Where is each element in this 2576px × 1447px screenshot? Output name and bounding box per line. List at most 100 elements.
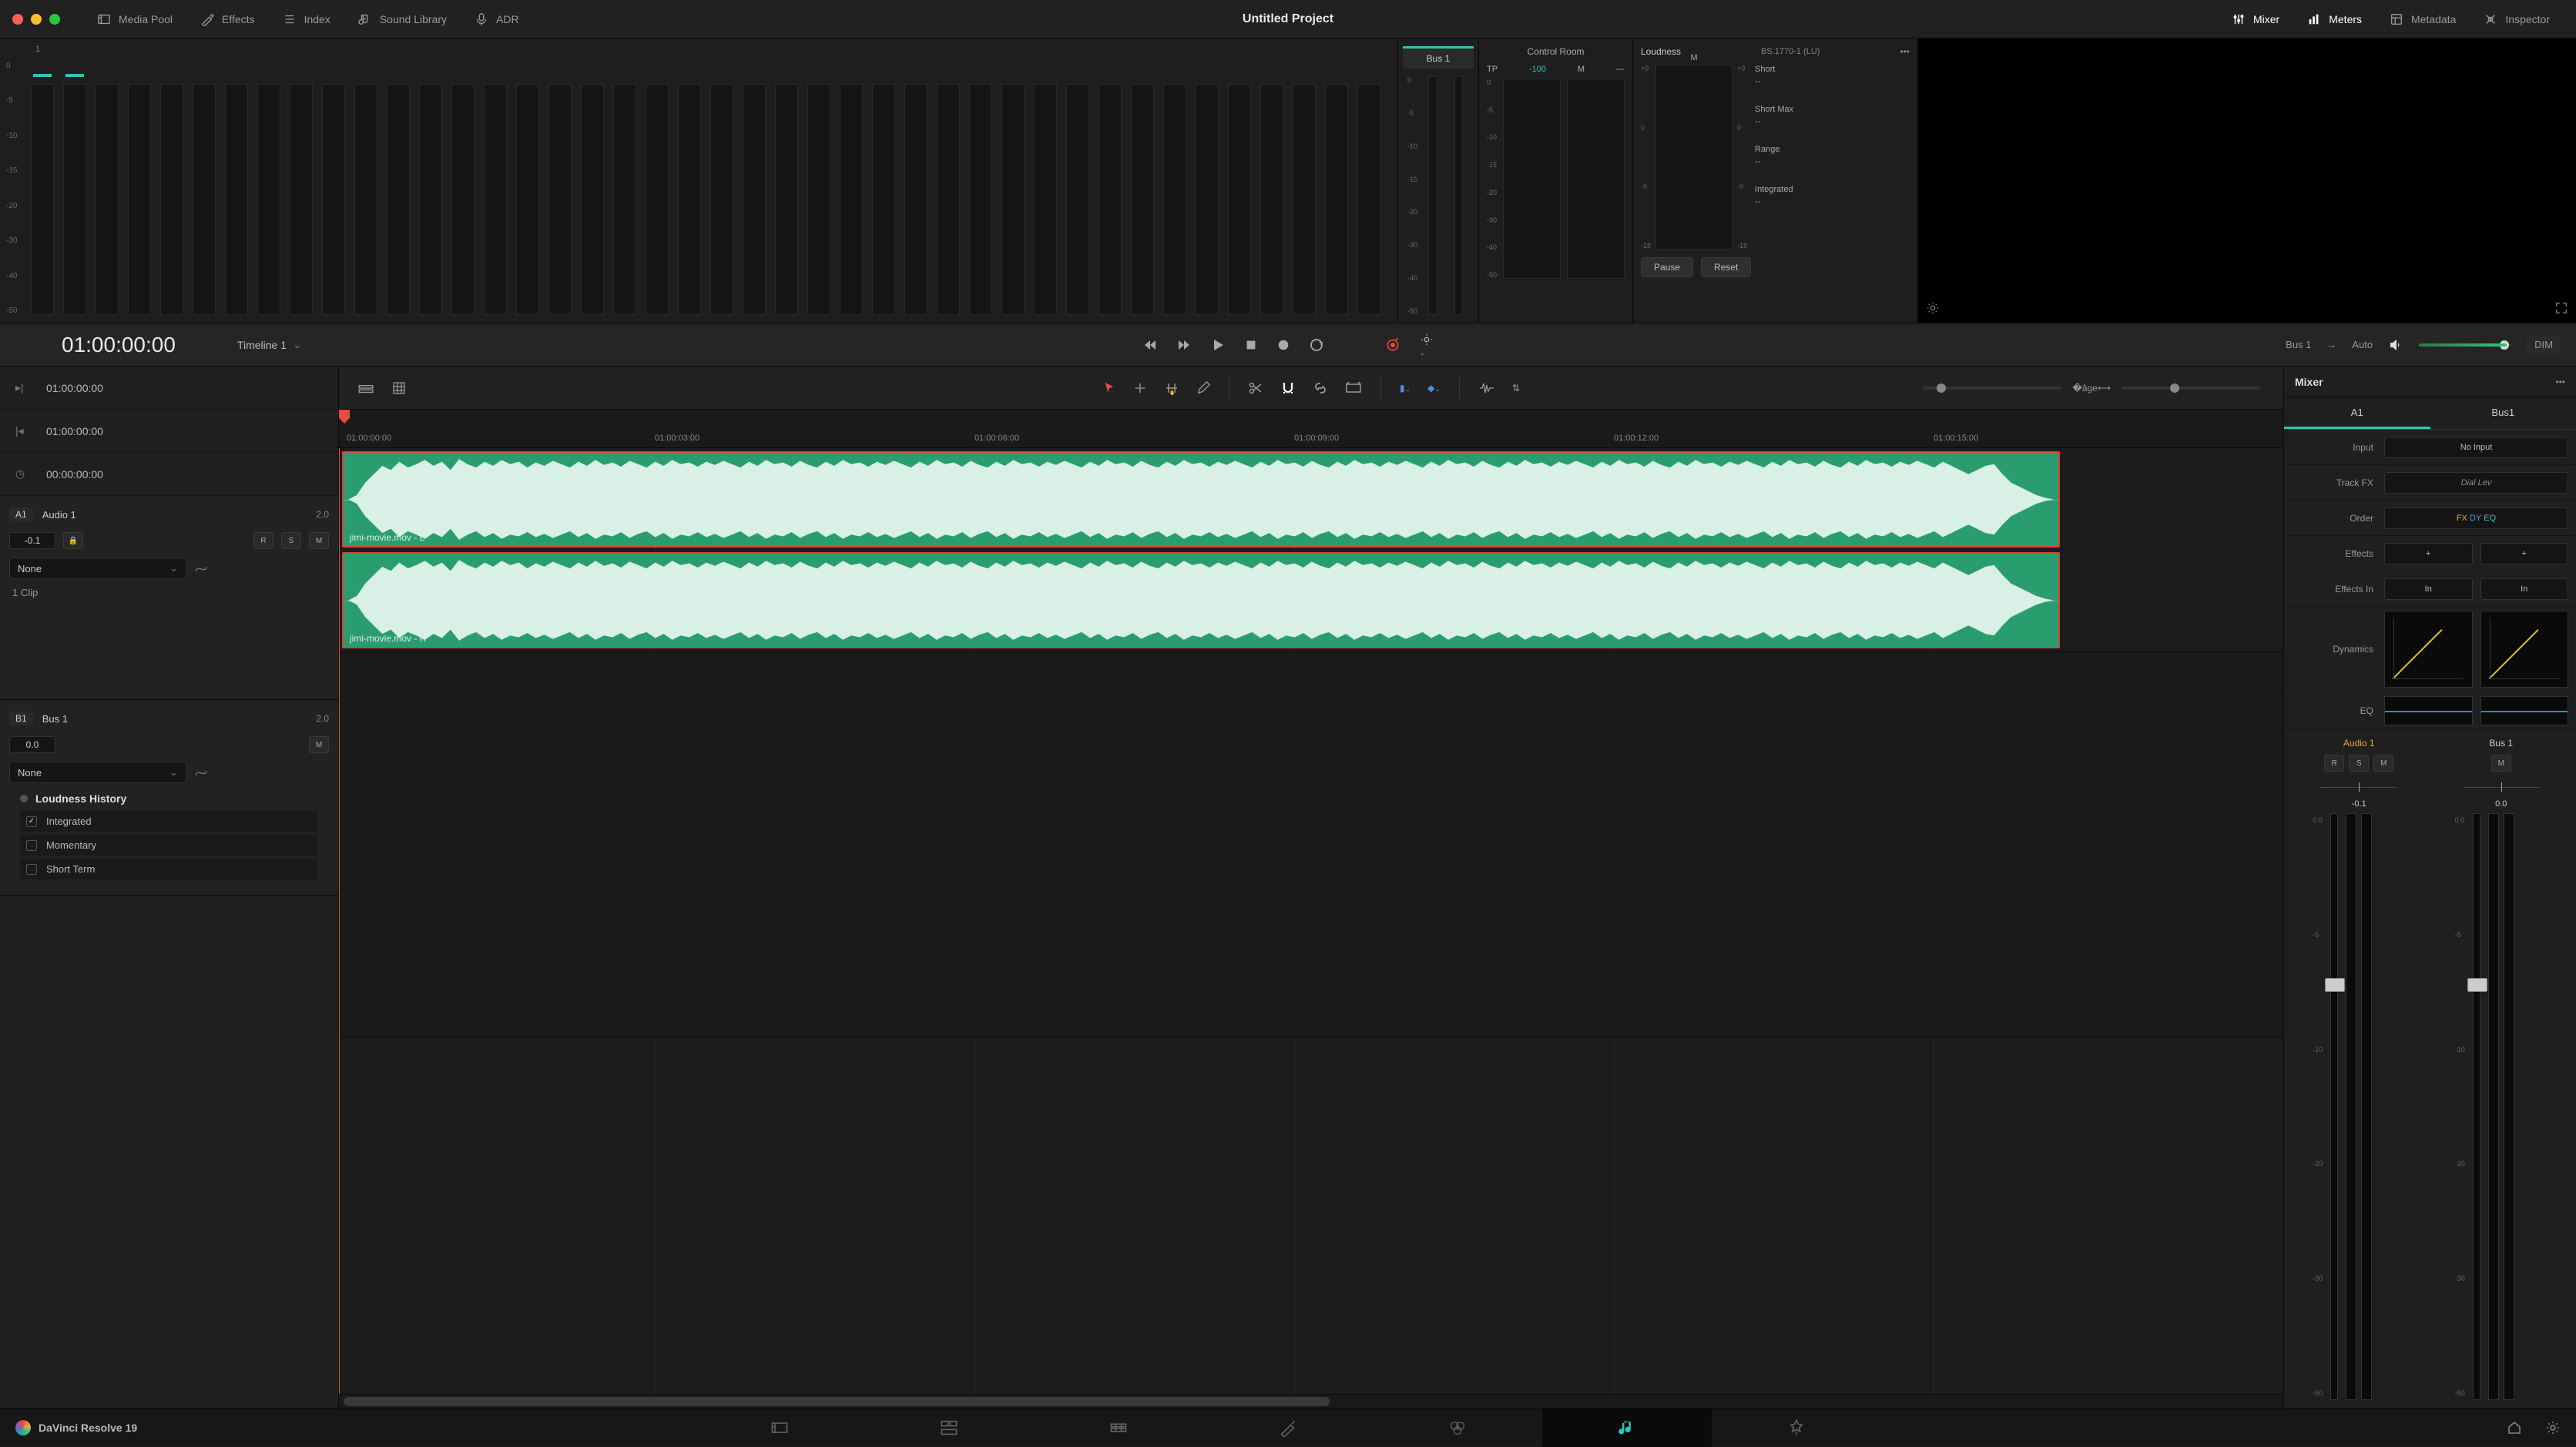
sound-library-tab[interactable]: Sound Library [344,0,461,39]
pan-a1[interactable] [2320,779,2397,795]
audio-clip[interactable]: jimi-movie.mov - L jimi-movie.mov - R [342,451,2060,648]
eq-graph-a1[interactable] [2384,696,2473,725]
lock-icon[interactable]: 🔒 [63,532,83,549]
track-b1-lane[interactable] [339,652,2283,1037]
playhead-icon[interactable] [339,410,350,424]
flag-blue-icon[interactable]: ▮⌄ [1397,380,1414,397]
metadata-tab[interactable]: Metadata [2376,0,2470,39]
input-select[interactable]: No Input [2384,437,2568,458]
fairlight-page-tab[interactable] [1542,1408,1712,1447]
snap-tool[interactable] [1277,377,1299,399]
bus-tab[interactable]: Bus 1 [1403,46,1474,69]
razor-tool[interactable] [1245,377,1266,399]
inspector-tab[interactable]: Inspector [2470,0,2564,39]
automation-curve-icon[interactable] [194,561,208,575]
stop-button[interactable] [1244,338,1258,352]
scroll-sync-icon[interactable]: �âge⟷ [2069,380,2114,397]
rewind-button[interactable] [1142,337,1158,353]
automation-curve-icon[interactable] [194,765,208,779]
record-button[interactable] [1276,338,1290,352]
track-a1-gain[interactable]: -0.1 [9,532,55,549]
fader-a1[interactable] [2330,813,2338,1400]
mixer-menu-icon[interactable]: ••• [2555,377,2565,387]
tracks-area[interactable]: jimi-movie.mov - L jimi-movie.mov - R [339,448,2283,1394]
loudness-menu-icon[interactable]: ••• [1900,46,1910,57]
close-icon[interactable] [12,14,23,25]
cut-page-tab[interactable] [864,1408,1034,1447]
timeline-view-icon[interactable] [354,377,377,400]
waveform-right[interactable]: jimi-movie.mov - R [342,552,2060,648]
track-a1-mute-button[interactable]: M [309,532,329,549]
marker-blue-icon[interactable]: ◆⌄ [1424,380,1444,397]
home-icon[interactable] [2507,1420,2522,1435]
lh-integrated[interactable]: Integrated [20,811,318,832]
checkbox-icon[interactable] [26,864,37,875]
reset-button[interactable]: Reset [1701,257,1751,277]
mixer-tab-bus1[interactable]: Bus1 [2430,397,2576,429]
lh-shortterm[interactable]: Short Term [20,859,318,879]
trim-tool[interactable]: ✋ [1161,377,1182,399]
deliver-page-tab[interactable] [1712,1408,1881,1447]
mixer-tab[interactable]: Mixer [2218,0,2293,39]
scrollbar-thumb[interactable] [344,1397,1330,1406]
fader-b1[interactable] [2473,813,2480,1400]
strip-b1-gain[interactable]: 0.0 [2495,799,2507,809]
track-b1-name[interactable]: Bus 1 [42,713,68,725]
transient-icon[interactable] [1475,378,1498,398]
color-page-tab[interactable] [1373,1408,1542,1447]
effectsin-bus1-button[interactable]: In [2480,578,2569,600]
add-effect-a1-button[interactable]: + [2384,543,2473,564]
horizontal-zoom-slider[interactable] [2122,387,2260,390]
horizontal-scrollbar[interactable] [339,1394,2283,1408]
checkbox-icon[interactable] [26,816,37,827]
project-settings-icon[interactable] [2545,1420,2561,1435]
fader-knob[interactable] [2467,978,2487,992]
master-timecode[interactable]: 01:00:00:00 [62,333,176,357]
lh-momentary[interactable]: Momentary [20,835,318,856]
play-button[interactable] [1210,337,1226,353]
loop-button[interactable] [1309,337,1324,353]
grid-icon[interactable] [388,377,410,399]
pan-b1[interactable] [2463,779,2540,795]
viewer-settings-icon[interactable] [1926,301,1940,315]
trackfx-select[interactable]: Dial Lev [2384,472,2568,494]
effectsin-a1-button[interactable]: In [2384,578,2473,600]
window-controls[interactable] [12,14,60,25]
pencil-tool[interactable] [1193,378,1213,398]
track-b1-effect-select[interactable]: None⌄ [9,762,186,783]
strip-b1-mute[interactable]: M [2491,755,2511,772]
timeline-selector[interactable]: Timeline 1 ⌄ [237,338,302,351]
minimize-icon[interactable] [31,14,42,25]
waveform-left[interactable]: jimi-movie.mov - L [342,451,2060,548]
track-a1-name[interactable]: Audio 1 [42,509,76,521]
dynamics-graph-a1[interactable] [2384,611,2473,688]
playhead-line[interactable] [339,448,340,1394]
track-b1-id[interactable]: B1 [9,712,33,725]
monitor-auto[interactable]: Auto [2352,339,2373,350]
expand-icon[interactable] [2554,301,2568,315]
track-b1-gain[interactable]: 0.0 [9,736,55,753]
dim-button[interactable]: DIM [2527,336,2561,353]
index-tab[interactable]: Index [269,0,344,39]
adr-tab[interactable]: ADR [461,0,533,39]
maximize-icon[interactable] [49,14,60,25]
pause-button[interactable]: Pause [1641,257,1693,277]
volume-slider[interactable] [2419,343,2511,347]
checkbox-icon[interactable] [26,840,37,851]
meters-tab[interactable]: Meters [2293,0,2376,39]
track-a1-effect-select[interactable]: None⌄ [9,558,186,579]
monitor-bus[interactable]: Bus 1 [2286,339,2311,350]
link-tool[interactable] [1310,377,1331,399]
strip-a1-mute[interactable]: M [2373,755,2393,772]
tc-out-row[interactable]: |◂01:00:00:00 [0,410,338,453]
strip-a1-gain[interactable]: -0.1 [2352,799,2366,809]
pointer-tool[interactable] [1099,378,1119,398]
track-a1-id[interactable]: A1 [9,507,33,521]
fader-knob[interactable] [2325,978,2345,992]
strip-a1-solo[interactable]: S [2349,755,2369,772]
mixer-tab-a1[interactable]: A1 [2284,397,2430,429]
tc-in-row[interactable]: ▸|01:00:00:00 [0,367,338,410]
track-b1-mute-button[interactable]: M [309,736,329,753]
effects-tab[interactable]: Effects [186,0,269,39]
automation-button[interactable] [1384,337,1401,353]
